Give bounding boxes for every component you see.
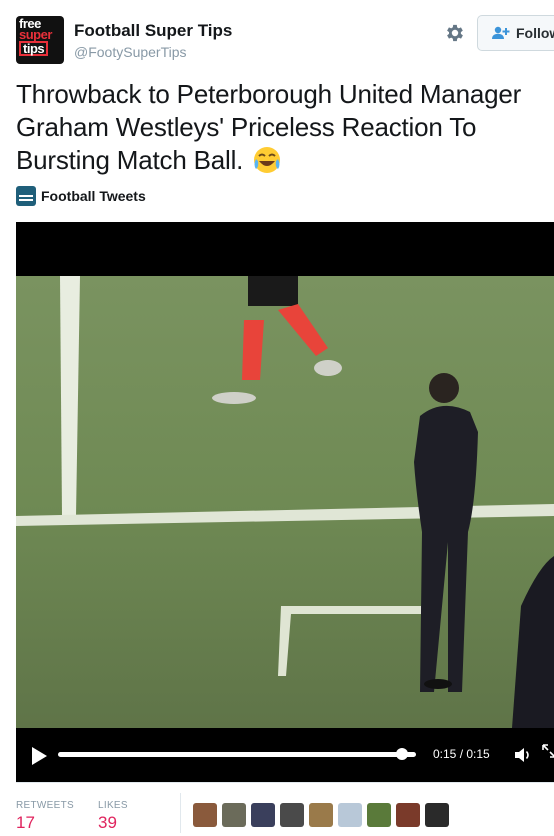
video-controls: 0:15 / 0:15: [16, 728, 554, 782]
liker-avatar[interactable]: [338, 803, 362, 827]
volume-icon[interactable]: [514, 746, 532, 764]
retweets-label: RETWEETS: [16, 800, 74, 811]
author-handle[interactable]: @FootySuperTips: [74, 44, 187, 60]
progress-bar[interactable]: [58, 752, 416, 757]
play-icon[interactable]: [30, 746, 48, 766]
source-label: Football Tweets: [41, 188, 146, 204]
liker-avatar[interactable]: [251, 803, 275, 827]
author-avatar[interactable]: free super tips: [16, 16, 64, 64]
follow-button[interactable]: Follow: [477, 15, 554, 51]
video-frame[interactable]: [16, 276, 554, 728]
gear-icon[interactable]: [444, 22, 466, 44]
liker-avatar[interactable]: [193, 803, 217, 827]
tweet-text: Throwback to Peterborough United Manager…: [16, 78, 546, 177]
video-player[interactable]: 0:15 / 0:15: [16, 222, 554, 782]
tears-of-joy-emoji-icon: [254, 147, 281, 173]
author-name[interactable]: Football Super Tips: [74, 21, 232, 41]
stats-divider: [16, 782, 554, 783]
media-source[interactable]: Football Tweets: [16, 186, 146, 206]
liker-avatar[interactable]: [425, 803, 449, 827]
add-user-icon: [492, 26, 510, 39]
likes-label: LIKES: [98, 800, 128, 811]
likes-count: 39: [98, 813, 117, 832]
likes-stat[interactable]: LIKES 39: [98, 800, 128, 833]
liker-avatar[interactable]: [280, 803, 304, 827]
avatar-logo-text: free super tips: [19, 16, 52, 56]
expand-icon[interactable]: [542, 744, 554, 758]
stats-separator: [180, 793, 181, 833]
time-display: 0:15 / 0:15: [433, 747, 490, 761]
liker-avatar[interactable]: [222, 803, 246, 827]
liker-avatar[interactable]: [396, 803, 420, 827]
retweets-count: 17: [16, 813, 35, 832]
liker-avatar[interactable]: [309, 803, 333, 827]
liker-avatars: [193, 803, 454, 827]
follow-label: Follow: [516, 25, 554, 41]
source-avatar: [16, 186, 36, 206]
retweets-stat[interactable]: RETWEETS 17: [16, 800, 74, 833]
progress-knob[interactable]: [396, 748, 408, 760]
liker-avatar[interactable]: [367, 803, 391, 827]
